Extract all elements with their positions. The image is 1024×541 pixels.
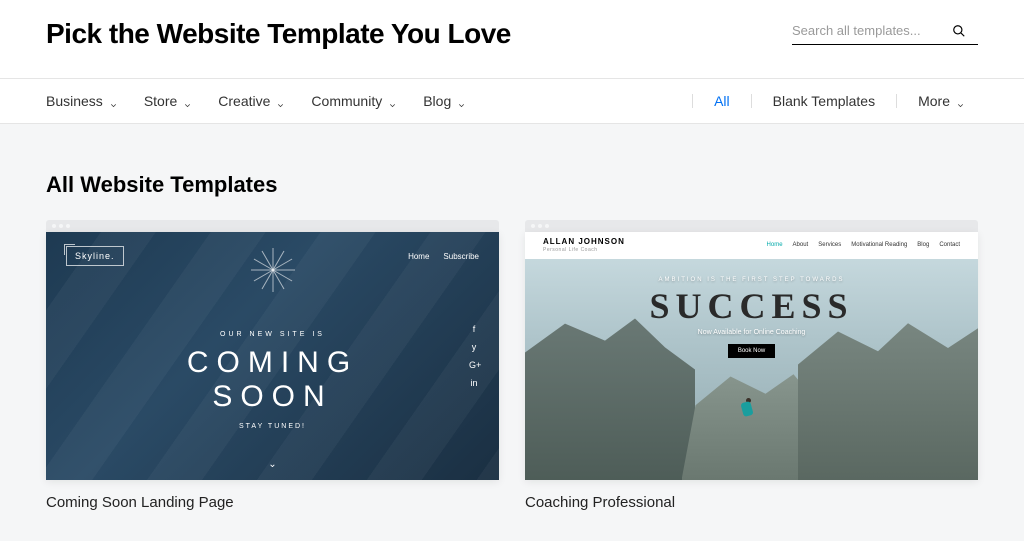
linkedin-icon: in	[469, 378, 479, 388]
nav-creative[interactable]: Creative	[205, 93, 298, 109]
preview-logo: Skyline.	[66, 246, 124, 266]
mountain-decoration	[525, 310, 695, 480]
chevron-down-icon	[183, 97, 192, 106]
search-icon[interactable]	[952, 24, 966, 38]
nav-label: Community	[311, 93, 382, 109]
template-card-coming-soon[interactable]: Skyline. Home Subscribe	[46, 220, 499, 511]
preview-subtext: Now Available for Online Coaching	[698, 329, 806, 336]
page-title: Pick the Website Template You Love	[46, 18, 511, 50]
climber-decoration	[738, 398, 756, 422]
divider	[751, 94, 752, 108]
preview-nav-item: Motivational Reading	[851, 242, 907, 248]
preview-headline: SUCCESS	[649, 285, 853, 327]
preview-brand-sub: Personal Life Coach	[543, 247, 625, 253]
category-nav: Business Store Creative Community Blog A…	[0, 78, 1024, 124]
google-plus-icon: G+	[469, 360, 479, 370]
divider	[692, 94, 693, 108]
preview-social: f y G+ in	[469, 324, 479, 388]
preview-nav-item: About	[793, 242, 809, 248]
nav-label: More	[918, 93, 950, 109]
nav-label: Blog	[423, 93, 451, 109]
filter-all[interactable]: All	[701, 93, 743, 109]
chevron-down-icon	[457, 97, 466, 106]
nav-community[interactable]: Community	[298, 93, 410, 109]
browser-chrome	[525, 220, 978, 232]
nav-blog[interactable]: Blog	[410, 93, 479, 109]
filter-blank[interactable]: Blank Templates	[760, 93, 888, 109]
preview-brand: ALLAN JOHNSON	[543, 238, 625, 247]
section-title: All Website Templates	[46, 172, 978, 198]
nav-label: Store	[144, 93, 177, 109]
chevron-down-icon	[956, 97, 965, 106]
facebook-icon: f	[469, 324, 479, 334]
chevron-down-icon	[388, 97, 397, 106]
mountain-decoration	[798, 315, 978, 480]
nav-label: Creative	[218, 93, 270, 109]
twitter-icon: y	[469, 342, 479, 352]
preview-nav-item: Contact	[939, 242, 960, 248]
template-title: Coming Soon Landing Page	[46, 494, 499, 511]
template-preview: Skyline. Home Subscribe	[46, 232, 499, 480]
divider	[896, 94, 897, 108]
chevron-down-icon	[276, 97, 285, 106]
nav-business[interactable]: Business	[46, 93, 131, 109]
preview-nav-item: Blog	[917, 242, 929, 248]
template-title: Coaching Professional	[525, 494, 978, 511]
filter-more[interactable]: More	[905, 93, 978, 109]
browser-chrome	[46, 220, 499, 232]
template-preview: ALLAN JOHNSON Personal Life Coach Home A…	[525, 232, 978, 480]
rays-decoration	[128, 235, 418, 480]
preview-nav-item: Home	[767, 242, 783, 248]
template-card-coaching[interactable]: ALLAN JOHNSON Personal Life Coach Home A…	[525, 220, 978, 511]
chevron-down-icon	[109, 97, 118, 106]
preview-nav-item: Subscribe	[443, 252, 479, 261]
search-field[interactable]	[792, 23, 978, 45]
chevron-down-icon: ⌄	[268, 459, 276, 470]
preview-cta-button: Book Now	[728, 344, 775, 358]
preview-tagline: AMBITION IS THE FIRST STEP TOWARDS	[659, 277, 845, 283]
search-input[interactable]	[792, 23, 952, 38]
preview-nav-item: Services	[818, 242, 841, 248]
nav-store[interactable]: Store	[131, 93, 205, 109]
nav-label: Business	[46, 93, 103, 109]
